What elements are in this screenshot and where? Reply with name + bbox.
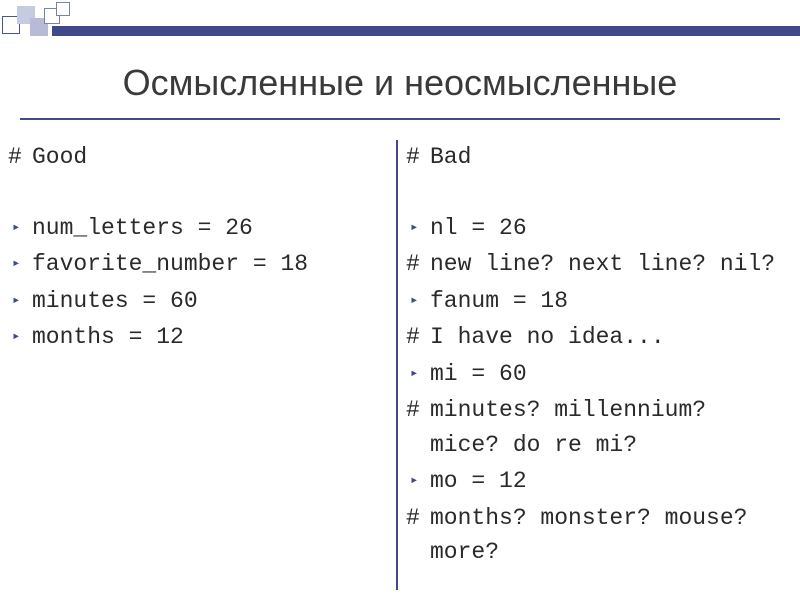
list-item: ▸ months = 12 [8, 320, 390, 355]
code-text: months = 12 [32, 320, 390, 355]
list-item: ▸ mo = 12 [406, 464, 788, 499]
list-item: ▸ favorite_number = 18 [8, 247, 390, 282]
code-text: favorite_number = 18 [32, 247, 390, 282]
hash-icon: # [406, 501, 430, 536]
content-columns: # Good ▸ num_letters = 26 ▸ favorite_num… [8, 140, 792, 590]
column-divider [396, 140, 398, 590]
deco-bar [52, 26, 800, 36]
good-header: Good [32, 140, 390, 175]
bullet-icon: ▸ [406, 357, 430, 391]
list-item: ▸ fanum = 18 [406, 284, 788, 319]
bullet-icon: ▸ [406, 211, 430, 245]
list-item: ▸ num_letters = 26 [8, 211, 390, 246]
comment-line: # minutes? millennium? mice? do re mi? [406, 393, 788, 462]
comment-text: months? monster? mouse? more? [430, 501, 788, 570]
code-text: nl = 26 [430, 211, 788, 246]
bullet-icon: ▸ [406, 284, 430, 318]
bullet-icon: ▸ [8, 284, 32, 318]
code-text: fanum = 18 [430, 284, 788, 319]
hash-icon: # [406, 320, 430, 355]
comment-line: # months? monster? mouse? more? [406, 501, 788, 570]
right-column: # Bad ▸ nl = 26 # new line? next line? n… [400, 140, 792, 590]
bullet-icon: ▸ [8, 320, 32, 354]
code-text: minutes = 60 [32, 284, 390, 319]
code-text: mi = 60 [430, 357, 788, 392]
hash-icon: # [406, 393, 430, 428]
code-text: num_letters = 26 [32, 211, 390, 246]
slide-title: Осмысленные и неосмысленные [0, 62, 800, 104]
list-item: ▸ nl = 26 [406, 211, 788, 246]
code-text: mo = 12 [430, 464, 788, 499]
deco-square [56, 2, 70, 16]
comment-text: I have no idea... [430, 320, 788, 355]
good-header-line: # Good [8, 140, 390, 175]
hash-icon: # [8, 140, 32, 175]
comment-text: new line? next line? nil? [430, 247, 788, 282]
bullet-icon: ▸ [8, 247, 32, 281]
left-column: # Good ▸ num_letters = 26 ▸ favorite_num… [8, 140, 394, 590]
bad-header: Bad [430, 140, 788, 175]
slide-decoration [0, 0, 800, 50]
hash-icon: # [406, 247, 430, 282]
title-underline [20, 118, 780, 120]
comment-line: # new line? next line? nil? [406, 247, 788, 282]
comment-text: minutes? millennium? mice? do re mi? [430, 393, 788, 462]
list-item: ▸ minutes = 60 [8, 284, 390, 319]
bad-header-line: # Bad [406, 140, 788, 175]
blank-line [8, 177, 390, 211]
comment-line: # I have no idea... [406, 320, 788, 355]
bullet-icon: ▸ [8, 211, 32, 245]
bullet-icon: ▸ [406, 464, 430, 498]
hash-icon: # [406, 140, 430, 175]
blank-line [406, 177, 788, 211]
list-item: ▸ mi = 60 [406, 357, 788, 392]
